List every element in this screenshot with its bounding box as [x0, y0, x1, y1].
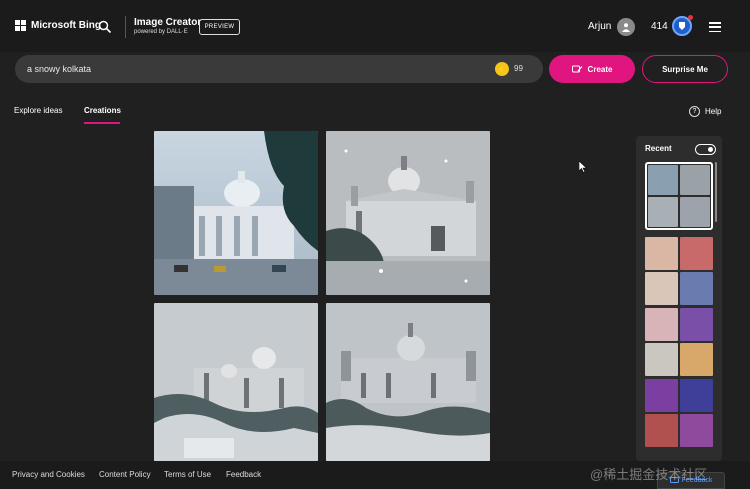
recent-title: Recent: [645, 144, 672, 153]
preview-badge: PREVIEW: [199, 19, 240, 35]
windows-logo-icon: [15, 20, 26, 31]
generated-image-4[interactable]: [326, 303, 490, 461]
rewards-icon[interactable]: [672, 15, 693, 36]
generated-image-1[interactable]: [154, 131, 318, 295]
image-creator-title[interactable]: Image Creator powered by DALL·E: [134, 17, 201, 35]
boost-count: 99: [514, 64, 523, 73]
header-divider: [125, 16, 126, 38]
footer-privacy-link[interactable]: Privacy and Cookies: [12, 470, 85, 479]
brand-name: Microsoft Bing: [31, 20, 101, 31]
help-label: Help: [705, 107, 722, 116]
prompt-bar: ⚡ 99: [15, 55, 543, 83]
rewards-points[interactable]: 414: [651, 21, 668, 32]
hamburger-menu-icon[interactable]: [709, 22, 721, 32]
create-icon: [571, 65, 583, 72]
watermark-text: @稀土掘金技术社区: [590, 467, 708, 482]
search-icon[interactable]: [98, 20, 112, 34]
product-title: Image Creator: [134, 17, 202, 28]
recent-set-2[interactable]: [645, 237, 713, 305]
recent-scrollbar[interactable]: [715, 162, 717, 222]
notification-dot: [688, 15, 693, 20]
prompt-input[interactable]: [27, 55, 447, 83]
footer-content-policy-link[interactable]: Content Policy: [99, 470, 151, 479]
footer-terms-link[interactable]: Terms of Use: [164, 470, 211, 479]
recent-set-3[interactable]: [645, 308, 713, 376]
top-header: Microsoft Bing Image Creator powered by …: [0, 0, 750, 52]
recent-set-4[interactable]: [645, 379, 713, 447]
product-subtitle: powered by DALL·E: [134, 29, 188, 35]
boost-coin-icon: ⚡: [495, 62, 509, 76]
tab-explore-ideas[interactable]: Explore ideas: [14, 106, 62, 115]
bing-logo[interactable]: Microsoft Bing: [15, 20, 101, 31]
recent-panel: Recent: [636, 136, 722, 461]
create-label: Create: [587, 64, 613, 74]
toggle-icon: [708, 146, 713, 152]
tab-creations[interactable]: Creations: [84, 106, 121, 115]
surprise-label: Surprise Me: [662, 64, 708, 74]
generated-image-3[interactable]: [154, 303, 318, 461]
surprise-me-button[interactable]: Surprise Me: [642, 55, 728, 83]
user-avatar-icon[interactable]: [617, 18, 635, 36]
active-tab-indicator: [84, 122, 120, 124]
help-link[interactable]: ? Help: [689, 106, 721, 117]
footer-feedback-link[interactable]: Feedback: [226, 470, 261, 479]
help-icon: ?: [689, 106, 700, 117]
recent-set-snowy-kolkata[interactable]: [645, 162, 713, 230]
mouse-cursor-icon: [579, 161, 587, 173]
create-button[interactable]: Create: [549, 55, 635, 83]
user-name[interactable]: Arjun: [588, 21, 611, 32]
recent-toggle[interactable]: [695, 144, 716, 155]
generated-image-2[interactable]: [326, 131, 490, 295]
